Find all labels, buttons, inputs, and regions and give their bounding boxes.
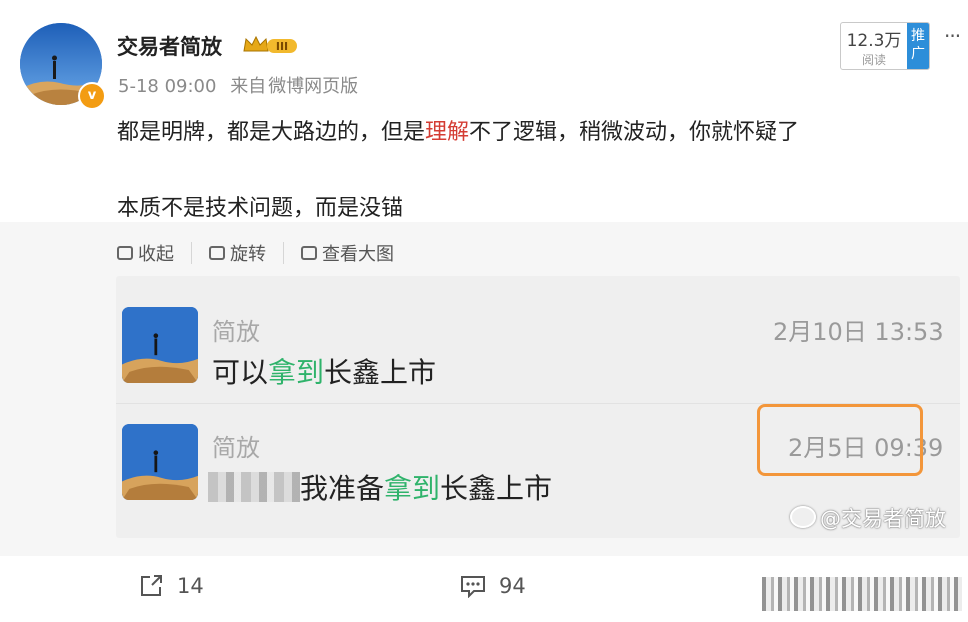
promote-button[interactable]: 推广 — [907, 23, 929, 69]
post-text-line1: 都是明牌，都是大路边的，但是理解不了逻辑，稍微波动，你就怀疑了 — [117, 114, 799, 146]
msg-highlight: 拿到 — [268, 356, 325, 389]
share-count: 14 — [177, 574, 204, 598]
comment-button[interactable]: 94 — [459, 574, 526, 598]
redacted-blur — [208, 472, 300, 502]
toolbar-divider — [191, 242, 192, 264]
source-prefix: 来自 — [230, 76, 267, 97]
chat-sender-name: 简放 — [212, 318, 260, 346]
views-label: 阅读 — [861, 53, 886, 67]
more-options-icon[interactable]: ··· — [944, 24, 961, 48]
msg-highlight: 拿到 — [384, 472, 441, 505]
member-crown-icon[interactable]: III — [241, 33, 301, 61]
text1-after: 不了逻辑，稍微波动，你就怀疑了 — [469, 120, 800, 145]
chat-sender-name: 简放 — [212, 434, 260, 462]
share-icon — [141, 575, 162, 596]
level-badge-text: III — [276, 40, 288, 53]
share-button[interactable]: 14 — [139, 574, 204, 598]
view-large-image-button[interactable]: 查看大图 — [301, 240, 394, 266]
chat-message-text: 我准备拿到长鑫上市 — [208, 467, 552, 507]
post-author-name[interactable]: 交易者简放 — [117, 31, 222, 61]
post-timestamp[interactable]: 5-18 09:00 — [118, 76, 216, 97]
rotate-icon — [209, 246, 225, 260]
collapse-button[interactable]: 收起 — [117, 240, 174, 266]
post-meta: 5-18 09:00 来自 微博网页版 — [118, 72, 366, 98]
toolbar-divider — [283, 242, 284, 264]
annotation-highlight-box — [757, 404, 923, 476]
highlighted-keyword-link[interactable]: 理解 — [425, 120, 469, 145]
views-count: 12.3万 — [846, 31, 902, 51]
collapse-icon — [117, 246, 133, 260]
msg-before: 可以 — [212, 356, 269, 389]
rotate-label: 旋转 — [230, 244, 266, 265]
like-button-obscured[interactable] — [762, 577, 962, 611]
msg-after: 长鑫上市 — [440, 472, 553, 505]
post-source: 微博网页版 — [268, 76, 359, 97]
image-toolbar: 收起 旋转 查看大图 — [117, 240, 394, 266]
comment-count: 94 — [499, 574, 526, 598]
rotate-button[interactable]: 旋转 — [209, 240, 266, 266]
view-large-icon — [301, 246, 317, 260]
chat-avatar — [122, 424, 198, 500]
views-counter[interactable]: 12.3万 阅读 推广 — [840, 22, 930, 70]
msg-after: 长鑫上市 — [324, 356, 437, 389]
comment-icon — [461, 576, 485, 598]
chat-avatar — [122, 307, 198, 383]
verified-badge-icon: v — [78, 82, 106, 110]
view-large-label: 查看大图 — [322, 244, 394, 265]
watermark-text: @交易者简放 — [820, 507, 946, 531]
text1-before: 都是明牌，都是大路边的，但是 — [117, 120, 426, 145]
collapse-label: 收起 — [138, 244, 174, 265]
weibo-logo-icon — [790, 506, 816, 528]
msg-before: 我准备 — [300, 472, 385, 505]
weibo-watermark: @交易者简放 — [790, 503, 946, 533]
chat-message-time: 2月10日 13:53 — [773, 318, 944, 346]
post-text-line2: 本质不是技术问题，而是没锚 — [117, 196, 404, 221]
chat-message-text: 可以拿到长鑫上市 — [212, 351, 436, 391]
